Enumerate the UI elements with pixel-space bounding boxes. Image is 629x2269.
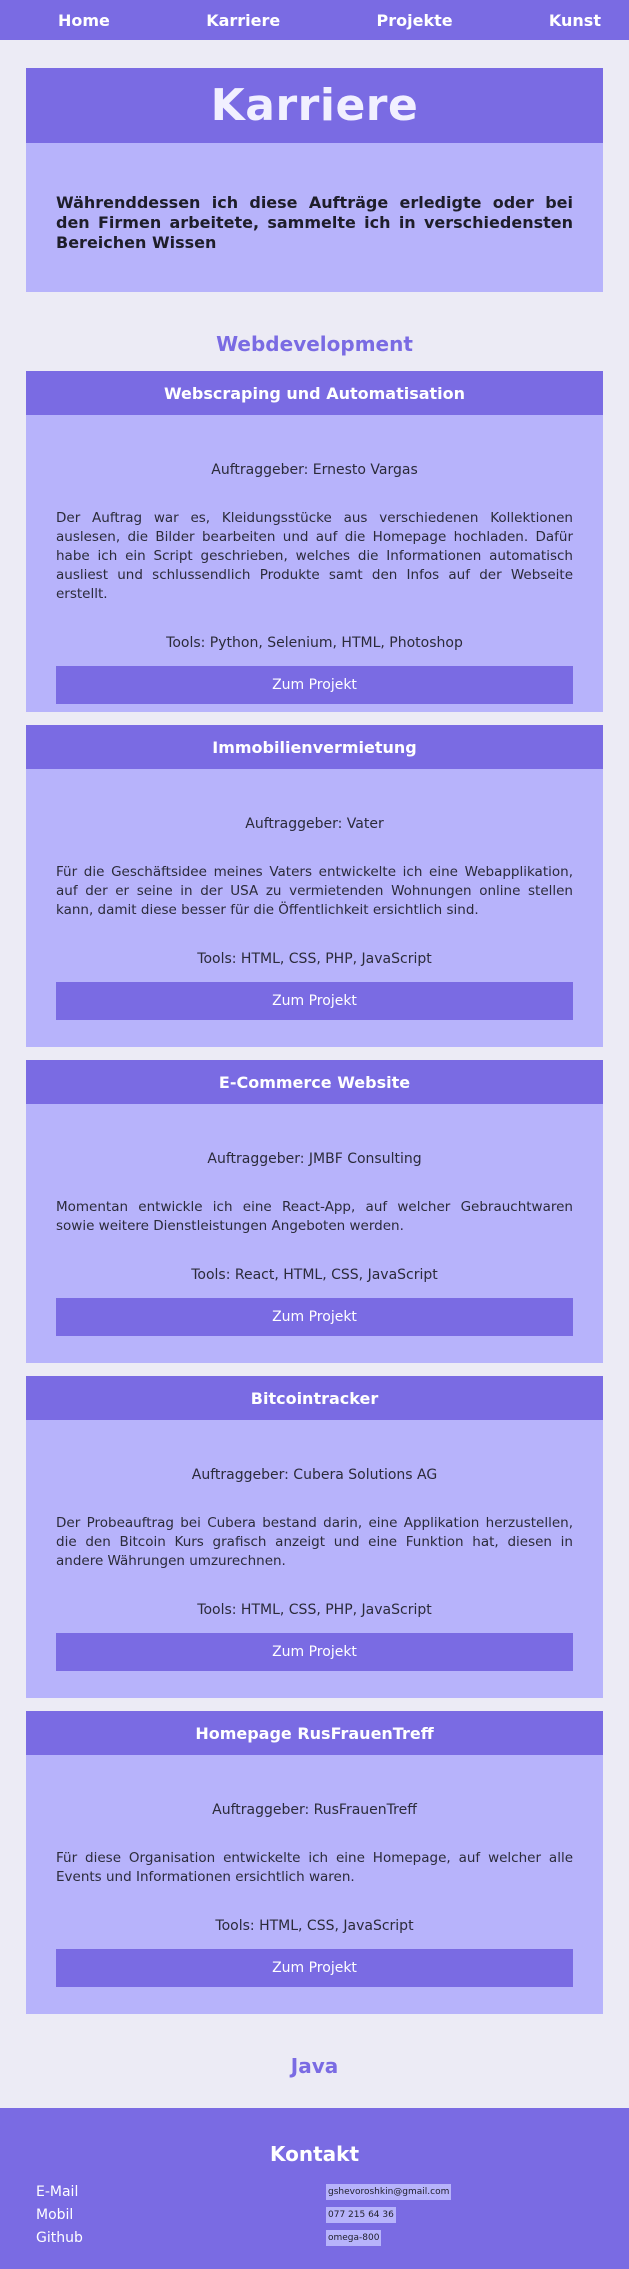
project-tools: Tools: HTML, CSS, PHP, JavaScript: [197, 1602, 432, 1618]
hero-header: Karriere: [26, 68, 603, 143]
contact-label: Github: [36, 2229, 83, 2246]
mobile-value[interactable]: 077 215 64 36: [326, 2206, 396, 2223]
project-tools: Tools: React, HTML, CSS, JavaScript: [191, 1267, 438, 1283]
github-value[interactable]: omega-800: [326, 2229, 382, 2246]
project-description: Momentan entwickle ich eine React-App, a…: [56, 1199, 573, 1234]
project-card: E-Commerce Website Auftraggeber: JMBF Co…: [26, 1060, 603, 1363]
nav-projekte-link[interactable]: Projekte: [377, 11, 453, 30]
zum-projekt-button[interactable]: Zum Projekt: [56, 1633, 573, 1671]
project-client: Auftraggeber: Cubera Solutions AG: [191, 1467, 438, 1483]
project-client: Auftraggeber: RusFrauenTreff: [212, 1802, 417, 1818]
contact-label: E-Mail: [36, 2183, 79, 2200]
contact-row-github: Github omega-800: [36, 2226, 593, 2249]
hero-intro-text: Währenddessen ich diese Aufträge erledig…: [56, 193, 573, 252]
project-card: Webscraping und Automatisation Auftragge…: [26, 371, 603, 712]
project-description: Für die Geschäftsidee meines Vaters entw…: [56, 864, 573, 918]
contact-label: Mobil: [36, 2206, 74, 2223]
project-list: Webscraping und Automatisation Auftragge…: [0, 371, 629, 2014]
top-navigation: Home Karriere Projekte Kunst: [0, 0, 629, 40]
nav-home-link[interactable]: Home: [58, 11, 110, 30]
zum-projekt-button[interactable]: Zum Projekt: [56, 1949, 573, 1987]
project-tools: Tools: Python, Selenium, HTML, Photoshop: [166, 635, 463, 651]
contact-heading: Kontakt: [269, 2142, 360, 2166]
project-tools: Tools: HTML, CSS, PHP, JavaScript: [197, 951, 432, 967]
zum-projekt-button[interactable]: Zum Projekt: [56, 1298, 573, 1336]
project-title: Immobilienvermietung: [26, 725, 603, 769]
project-tools: Tools: HTML, CSS, JavaScript: [215, 1918, 414, 1934]
project-title: Bitcointracker: [26, 1376, 603, 1420]
project-description: Für diese Organisation entwickelte ich e…: [56, 1850, 573, 1885]
webdevelopment-heading: Webdevelopment: [216, 332, 413, 356]
project-client: Auftraggeber: Vater: [245, 816, 384, 832]
java-heading: Java: [290, 2054, 339, 2078]
nav-karriere-link[interactable]: Karriere: [206, 11, 280, 30]
project-title: Webscraping und Automatisation: [26, 371, 603, 415]
project-description: Der Auftrag war es, Kleidungsstücke aus …: [56, 510, 573, 602]
zum-projekt-button[interactable]: Zum Projekt: [56, 666, 573, 704]
contact-row-mobile: Mobil 077 215 64 36: [36, 2203, 593, 2226]
project-card: Bitcointracker Auftraggeber: Cubera Solu…: [26, 1376, 603, 1698]
page-title: Karriere: [210, 80, 419, 131]
project-card: Homepage RusFrauenTreff Auftraggeber: Ru…: [26, 1711, 603, 2014]
project-description: Der Probeauftrag bei Cubera bestand dari…: [56, 1515, 573, 1569]
project-title: Homepage RusFrauenTreff: [26, 1711, 603, 1755]
project-client: Auftraggeber: JMBF Consulting: [207, 1151, 422, 1167]
hero-section: Karriere Währenddessen ich diese Aufträg…: [26, 68, 603, 292]
email-value[interactable]: gshevoroshkin@gmail.com: [326, 2183, 452, 2200]
project-client: Auftraggeber: Ernesto Vargas: [211, 462, 418, 478]
project-title: E-Commerce Website: [26, 1060, 603, 1104]
contact-footer: Kontakt E-Mail gshevoroshkin@gmail.com M…: [0, 2108, 629, 2269]
contact-row-email: E-Mail gshevoroshkin@gmail.com: [36, 2180, 593, 2203]
zum-projekt-button[interactable]: Zum Projekt: [56, 982, 573, 1020]
project-card: Immobilienvermietung Auftraggeber: Vater…: [26, 725, 603, 1047]
nav-kunst-link[interactable]: Kunst: [549, 11, 601, 30]
